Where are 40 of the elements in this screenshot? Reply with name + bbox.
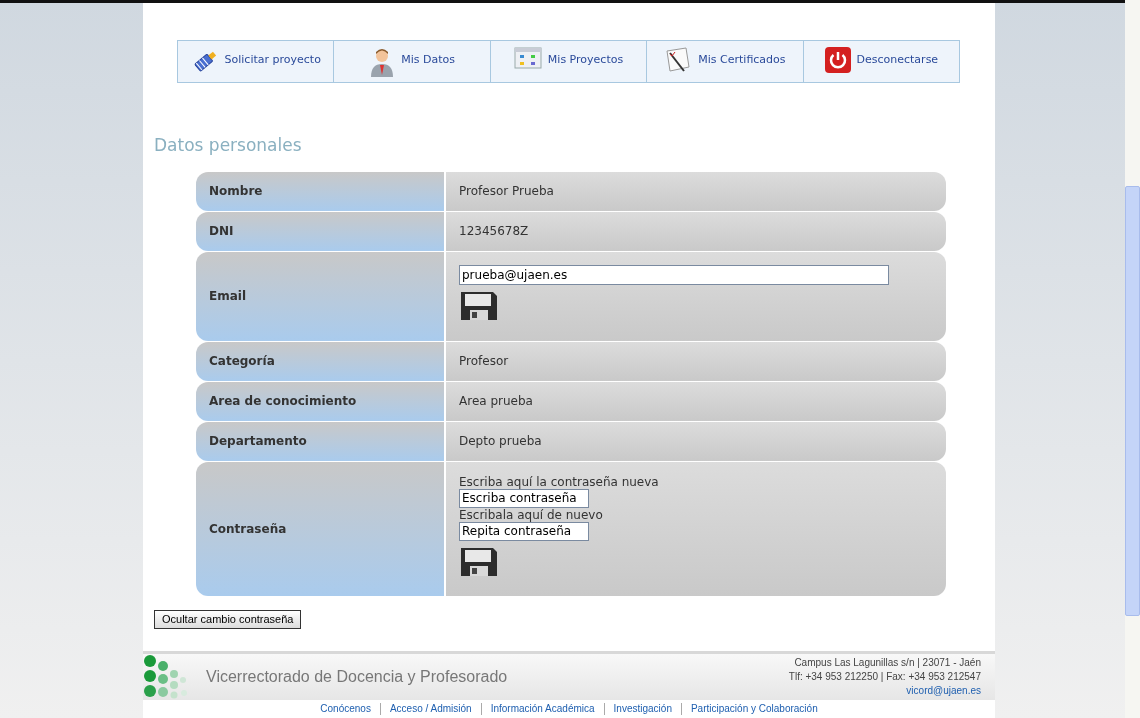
window-icon [513,47,542,69]
label-cell: Nombre [196,171,444,211]
phone-text: Tlf: +34 953 212250 | Fax: +34 953 212547 [788,669,981,684]
footer-link[interactable]: Acceso / Admisión [379,702,481,715]
label-cell: Contraseña [196,461,444,596]
value-cell: Profesor [446,341,946,381]
scrollbar[interactable] [1125,0,1140,718]
menu-tab[interactable]: Mis Datos [333,40,491,83]
footer-link[interactable]: Conócenos [311,702,380,715]
footer-title: Vicerrectorado de Docencia y Profesorado [206,666,508,687]
label-cell: Categoría [196,341,444,381]
field-label: Escriba aquí la contraseña nueva [459,474,660,489]
menu-tab[interactable]: Solicitar proyecto [177,40,335,83]
save-icon[interactable] [459,289,499,322]
menu-tab[interactable]: Desconectarse [802,40,961,83]
power-icon [824,47,851,73]
address-text: Campus Las Lagunillas s/n | 23071 - Jaén [794,655,981,670]
value-cell: Profesor Prueba [446,171,946,211]
person-icon [369,47,396,77]
field-label: Escribala aquí de nuevo [459,507,604,522]
footer-link[interactable]: Investigación [603,702,681,715]
menu-tab[interactable]: Mis Certificados [646,40,804,83]
email-field[interactable]: prueba@ujaen.es [459,264,889,285]
label-cell: Email [196,251,444,341]
document-pen-icon [664,47,693,73]
value-cell: Depto prueba [446,421,946,461]
save-icon[interactable] [459,545,499,578]
section-title: Datos personales [154,134,303,157]
label-cell: DNI [196,211,444,251]
password-field[interactable]: Repita contraseña [459,521,589,541]
value-cell: 12345678Z [446,211,946,251]
label-cell: Departamento [196,421,444,461]
footer-link[interactable]: Participación y Colaboración [680,702,827,715]
password-field[interactable]: Escriba contraseña [459,488,589,508]
footer-link[interactable]: Información Académica [480,702,604,715]
menu-tab[interactable]: Mis Proyectos [489,40,648,83]
label-cell: Area de conocimiento [196,381,444,421]
email-link[interactable]: vicord@ujaen.es [906,683,981,698]
value-cell: Area prueba [446,381,946,421]
toggle-password-button[interactable]: Ocultar cambio contraseña [154,609,302,629]
